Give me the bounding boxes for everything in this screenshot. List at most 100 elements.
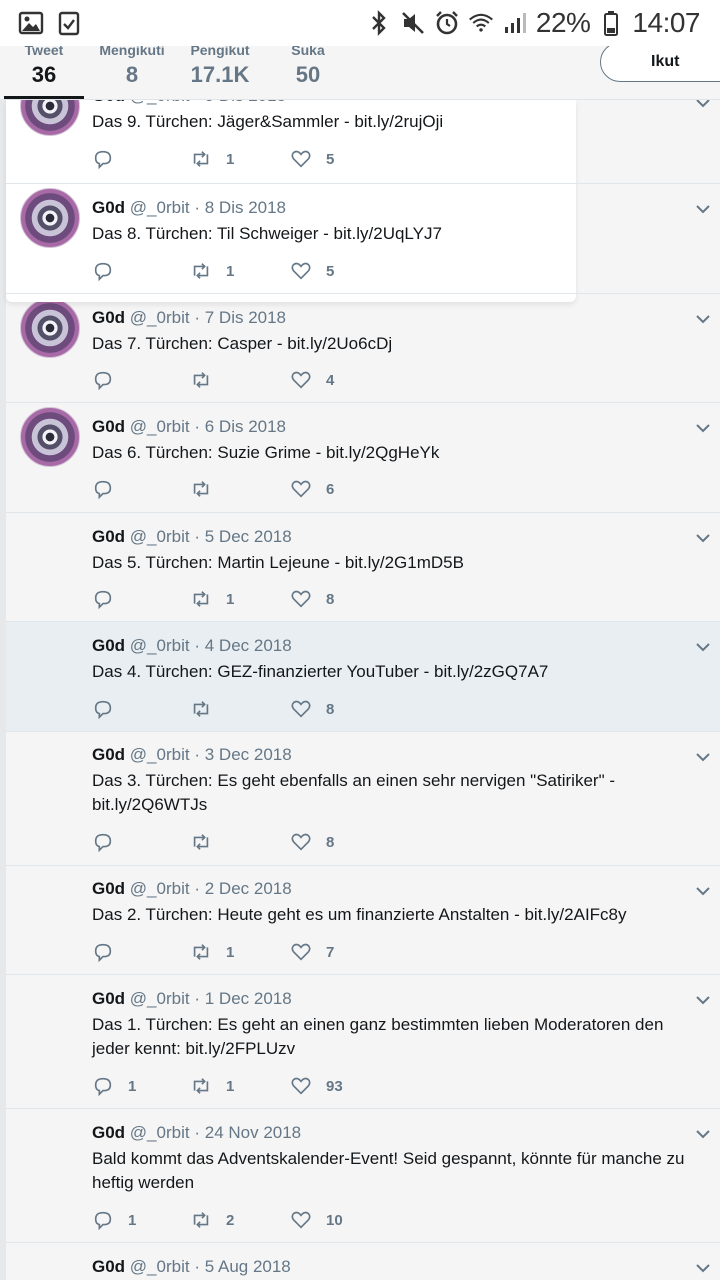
author-name[interactable]: G0d [92, 636, 125, 655]
tweet[interactable]: G0d @_0rbit · 2 Dec 2018 Das 2. Türchen:… [6, 866, 720, 975]
author-name[interactable]: G0d [92, 527, 125, 546]
tweet[interactable]: G0d @_0rbit · 4 Dec 2018 Das 4. Türchen:… [6, 622, 720, 732]
like-button[interactable]: 93 [290, 1075, 343, 1097]
reply-button[interactable] [92, 369, 128, 391]
reply-button[interactable] [92, 941, 128, 963]
author-handle[interactable]: @_0rbit [130, 527, 190, 546]
author-handle[interactable]: @_0rbit [130, 879, 190, 898]
like-button[interactable]: 8 [290, 831, 334, 853]
reply-button[interactable] [92, 478, 128, 500]
reply-button[interactable]: 1 [92, 1075, 136, 1097]
stat-tweets[interactable]: Tweet 36 [0, 46, 88, 88]
reply-icon [92, 588, 114, 610]
mute-icon [400, 10, 426, 36]
tweet[interactable]: G0d @_0rbit · 24 Nov 2018 Bald kommt das… [6, 1109, 720, 1243]
stat-label: Suka [291, 46, 325, 58]
author-name[interactable]: G0d [92, 1123, 125, 1142]
avatar[interactable] [20, 407, 80, 467]
tweet-date[interactable]: 24 Nov 2018 [205, 1123, 301, 1142]
author-name[interactable]: G0d [92, 1257, 125, 1276]
stat-label: Tweet [24, 46, 64, 58]
avatar[interactable] [20, 188, 80, 248]
stat-label: Mengikuti [99, 46, 165, 58]
chevron-down-icon[interactable] [694, 529, 712, 547]
stat-likes[interactable]: Suka 50 [264, 46, 352, 88]
tweet-date[interactable]: 5 Aug 2018 [205, 1257, 291, 1276]
tweet-date[interactable]: 6 Dis 2018 [205, 417, 286, 436]
author-handle[interactable]: @_0rbit [130, 989, 190, 1008]
retweet-button[interactable]: 1 [190, 148, 234, 170]
retweet-button[interactable]: 1 [190, 941, 234, 963]
retweet-button[interactable]: 1 [190, 260, 234, 282]
tweet[interactable]: G0d @_0rbit · 5 Aug 2018 [6, 1243, 720, 1280]
tweet[interactable]: G0d @_0rbit · 1 Dec 2018 Das 1. Türchen:… [6, 975, 720, 1109]
chevron-down-icon[interactable] [694, 1125, 712, 1143]
author-handle[interactable]: @_0rbit [130, 745, 190, 764]
like-button[interactable]: 4 [290, 369, 334, 391]
chevron-down-icon[interactable] [694, 310, 712, 328]
tweet-actions: 1 1 93 [92, 1075, 392, 1099]
reply-button[interactable] [92, 148, 128, 170]
chevron-down-icon[interactable] [694, 638, 712, 656]
tweet-date[interactable]: 3 Dec 2018 [205, 745, 292, 764]
author-handle[interactable]: @_0rbit [130, 1257, 190, 1276]
author-name[interactable]: G0d [92, 745, 125, 764]
author-handle[interactable]: @_0rbit [130, 198, 190, 217]
reply-button[interactable] [92, 260, 128, 282]
reply-button[interactable]: 1 [92, 1209, 136, 1231]
chevron-down-icon[interactable] [694, 748, 712, 766]
author-handle[interactable]: @_0rbit [130, 417, 190, 436]
retweet-button[interactable]: 1 [190, 1075, 234, 1097]
author-name[interactable]: G0d [92, 308, 125, 327]
tweet[interactable]: G0d @_0rbit · 7 Dis 2018 Das 7. Türchen:… [6, 294, 720, 403]
stat-followers[interactable]: Pengikut 17.1K [176, 46, 264, 88]
tweet-date[interactable]: 2 Dec 2018 [205, 879, 292, 898]
like-button[interactable]: 5 [290, 148, 334, 170]
author-handle[interactable]: @_0rbit [130, 636, 190, 655]
tweet-date[interactable]: 4 Dec 2018 [205, 636, 292, 655]
author-handle[interactable]: @_0rbit [130, 1123, 190, 1142]
reply-button[interactable] [92, 831, 128, 853]
retweet-button[interactable]: 1 [190, 588, 234, 610]
chevron-down-icon[interactable] [694, 200, 712, 218]
reply-icon [92, 1209, 114, 1231]
chevron-down-icon[interactable] [694, 882, 712, 900]
chevron-down-icon[interactable] [694, 991, 712, 1009]
tweet-actions: 6 [92, 478, 392, 502]
profile-stats-header: Tweet 36 Mengikuti 8 Pengikut 17.1K Suka… [0, 42, 720, 100]
like-button[interactable]: 5 [290, 260, 334, 282]
tweet[interactable]: G0d @_0rbit · 5 Dec 2018 Das 5. Türchen:… [6, 513, 720, 622]
tweet[interactable]: G0d @_0rbit · 6 Dis 2018 Das 6. Türchen:… [6, 403, 720, 513]
author-name[interactable]: G0d [92, 417, 125, 436]
author-name[interactable]: G0d [92, 198, 125, 217]
author-name[interactable]: G0d [92, 989, 125, 1008]
like-button[interactable]: 10 [290, 1209, 343, 1231]
tweet-date[interactable]: 1 Dec 2018 [205, 989, 292, 1008]
like-button[interactable]: 8 [290, 588, 334, 610]
retweet-button[interactable] [190, 478, 226, 500]
retweet-button[interactable]: 2 [190, 1209, 234, 1231]
follow-button[interactable]: Ikut [600, 42, 720, 82]
reply-button[interactable] [92, 698, 128, 720]
tweet[interactable]: G0d @_0rbit · 9 Dis 2018 Das 9. Türchen:… [6, 76, 720, 184]
tweet[interactable]: G0d @_0rbit · 8 Dis 2018 Das 8. Türchen:… [6, 184, 720, 294]
retweet-count: 1 [226, 943, 235, 961]
retweet-button[interactable] [190, 698, 226, 720]
tweet-date[interactable]: 8 Dis 2018 [205, 198, 286, 217]
tweet-date[interactable]: 5 Dec 2018 [205, 527, 292, 546]
tweet[interactable]: G0d @_0rbit · 3 Dec 2018 Das 3. Türchen:… [6, 732, 720, 866]
like-button[interactable]: 7 [290, 941, 334, 963]
retweet-button[interactable] [190, 831, 226, 853]
retweet-button[interactable] [190, 369, 226, 391]
like-button[interactable]: 6 [290, 478, 334, 500]
like-button[interactable]: 8 [290, 698, 334, 720]
avatar[interactable] [20, 298, 80, 358]
stat-following[interactable]: Mengikuti 8 [88, 46, 176, 88]
chevron-down-icon[interactable] [694, 419, 712, 437]
separator: · [194, 308, 200, 327]
tweet-date[interactable]: 7 Dis 2018 [205, 308, 286, 327]
chevron-down-icon[interactable] [694, 1259, 712, 1277]
reply-button[interactable] [92, 588, 128, 610]
author-name[interactable]: G0d [92, 879, 125, 898]
author-handle[interactable]: @_0rbit [130, 308, 190, 327]
